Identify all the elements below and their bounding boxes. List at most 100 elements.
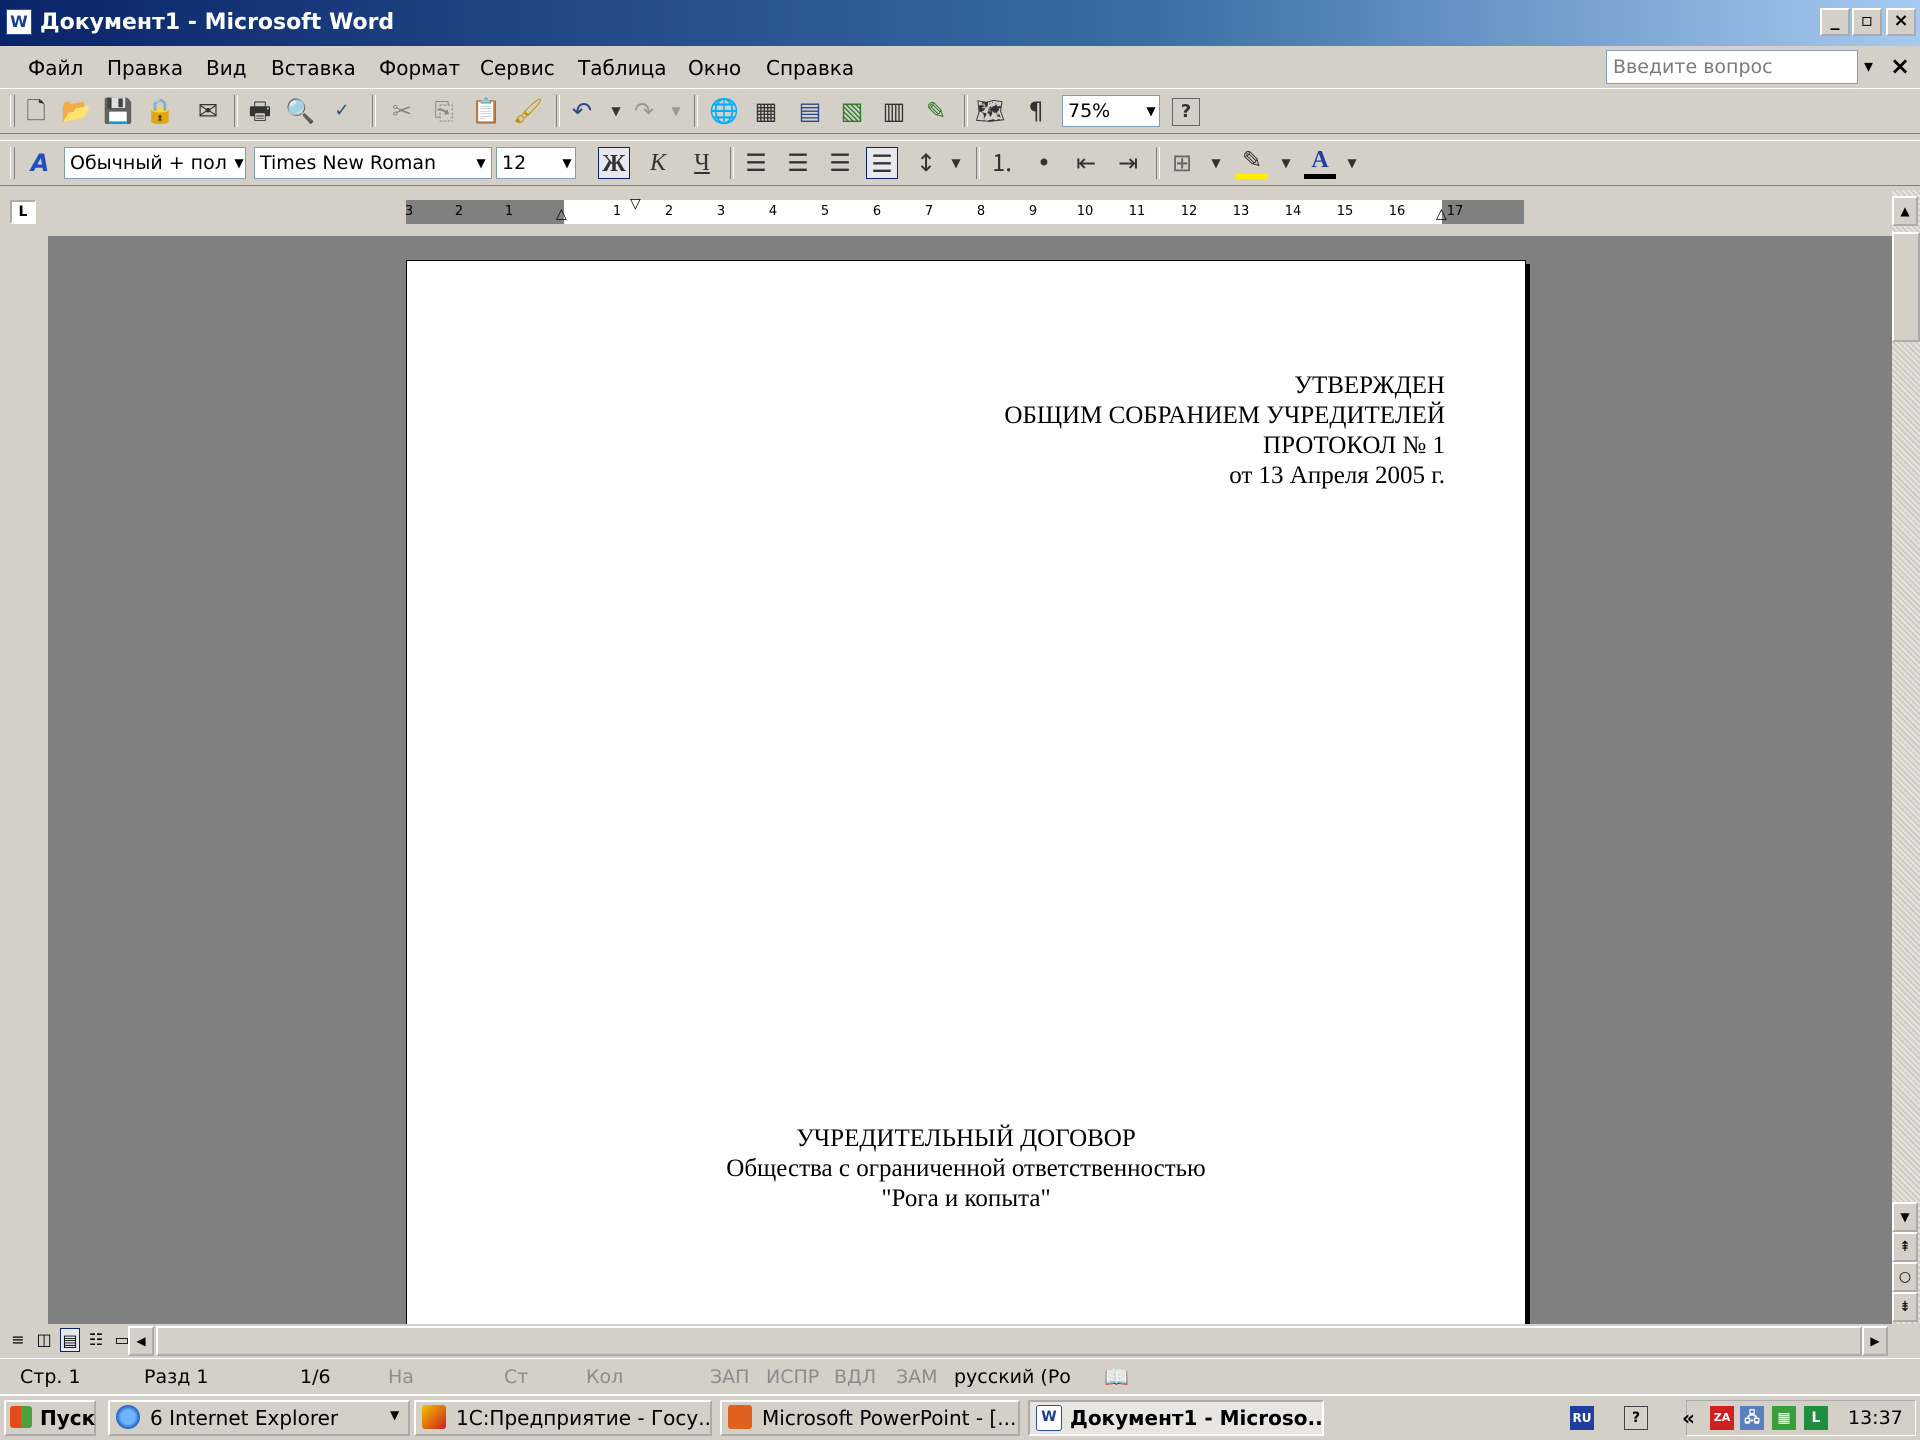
scroll-up-arrow-icon[interactable]: ▲ bbox=[1892, 196, 1918, 226]
outline-view-icon[interactable]: ☷ bbox=[86, 1328, 106, 1352]
horizontal-ruler[interactable]: 3 2 1 1 2 3 4 5 6 7 8 9 10 11 12 13 14 1… bbox=[405, 196, 1524, 224]
help-dropdown-arrow-icon[interactable]: ▾ bbox=[1864, 56, 1873, 77]
redo-dropdown-icon[interactable]: ▼ bbox=[660, 95, 692, 127]
restore-button[interactable]: ▫ bbox=[1852, 8, 1882, 36]
antivirus-icon[interactable]: ▦ bbox=[1772, 1406, 1796, 1430]
taskbar-item-powerpoint[interactable]: Microsoft PowerPoint - [... bbox=[720, 1400, 1020, 1436]
hyperlink-icon[interactable]: 🌐 bbox=[708, 95, 740, 127]
vertical-scroll-thumb[interactable] bbox=[1892, 232, 1920, 342]
bullets-icon[interactable]: • bbox=[1028, 147, 1060, 179]
tables-borders-icon[interactable]: ▦ bbox=[750, 95, 782, 127]
menu-table[interactable]: Таблица bbox=[578, 56, 666, 80]
font-size-dropdown-icon[interactable]: ▼ bbox=[556, 148, 578, 178]
show-hidden-icons[interactable]: « bbox=[1682, 1406, 1695, 1430]
help-question-input[interactable]: Введите вопрос bbox=[1606, 50, 1858, 84]
style-select[interactable]: Обычный + пол bbox=[64, 147, 246, 179]
spelling-status-icon[interactable]: 📖 bbox=[1104, 1364, 1129, 1390]
status-record-macro[interactable]: ЗАП bbox=[710, 1364, 749, 1390]
highlight-icon[interactable]: ✎ bbox=[1236, 147, 1268, 179]
status-overtype[interactable]: ЗАМ bbox=[896, 1364, 938, 1390]
border-dropdown-icon[interactable]: ▼ bbox=[1200, 147, 1232, 179]
menu-window[interactable]: Окно bbox=[688, 56, 741, 80]
help-tray-icon[interactable]: ? bbox=[1624, 1406, 1648, 1430]
help-icon[interactable]: ? bbox=[1172, 98, 1200, 126]
scroll-down-arrow-icon[interactable]: ▼ bbox=[1892, 1202, 1918, 1232]
menu-help[interactable]: Справка bbox=[766, 56, 854, 80]
print-preview-icon[interactable]: 🔍 bbox=[284, 95, 316, 127]
web-layout-icon[interactable]: ◫ bbox=[34, 1328, 54, 1352]
document-map-icon[interactable]: 🗺 bbox=[974, 95, 1006, 127]
font-select[interactable]: Times New Roman bbox=[254, 147, 492, 179]
numbering-icon[interactable]: ⒈ bbox=[986, 147, 1018, 179]
tray-app-icon[interactable]: L bbox=[1804, 1406, 1828, 1430]
first-line-indent-marker-icon[interactable]: ▽ bbox=[630, 196, 641, 212]
style-dropdown-icon[interactable]: ▼ bbox=[228, 148, 250, 178]
print-icon[interactable]: 🖶 bbox=[244, 95, 276, 127]
clock[interactable]: 13:37 bbox=[1848, 1406, 1903, 1430]
menu-format[interactable]: Формат bbox=[379, 56, 460, 80]
drawing-icon[interactable]: ✎ bbox=[920, 95, 952, 127]
undo-icon[interactable]: ↶ bbox=[566, 95, 598, 127]
insert-excel-icon[interactable]: ▧ bbox=[836, 95, 868, 127]
justify-icon[interactable]: ☰ bbox=[866, 147, 898, 179]
horizontal-scroll-thumb[interactable] bbox=[156, 1326, 1862, 1356]
columns-icon[interactable]: ▥ bbox=[878, 95, 910, 127]
redo-icon[interactable]: ↷ bbox=[628, 95, 660, 127]
increase-indent-icon[interactable]: ⇥ bbox=[1112, 147, 1144, 179]
status-track-changes[interactable]: ИСПР bbox=[766, 1364, 819, 1390]
save-icon[interactable]: 💾 bbox=[102, 95, 134, 127]
border-icon[interactable]: ⊞ bbox=[1166, 147, 1198, 179]
scroll-left-arrow-icon[interactable]: ◀ bbox=[128, 1326, 154, 1356]
bold-button[interactable]: Ж bbox=[598, 147, 630, 179]
tab-selector[interactable]: L bbox=[10, 200, 36, 224]
taskbar-item-word[interactable]: Документ1 - Microso... bbox=[1028, 1400, 1324, 1436]
copy-icon[interactable]: ⎘ bbox=[428, 95, 460, 127]
line-spacing-dropdown-icon[interactable]: ▼ bbox=[940, 147, 972, 179]
italic-button[interactable]: К bbox=[642, 147, 674, 179]
underline-button[interactable]: Ч bbox=[686, 147, 718, 179]
font-dropdown-icon[interactable]: ▼ bbox=[470, 148, 492, 178]
print-layout-icon[interactable]: ▤ bbox=[60, 1328, 80, 1352]
taskbar-item-1c[interactable]: 1С:Предприятие - Госу... bbox=[414, 1400, 712, 1436]
decrease-indent-icon[interactable]: ⇤ bbox=[1070, 147, 1102, 179]
taskbar-item-internet-explorer[interactable]: 6 Internet Explorer bbox=[108, 1400, 410, 1436]
toolbar-grip[interactable] bbox=[10, 147, 15, 179]
language-indicator[interactable]: RU bbox=[1570, 1406, 1594, 1430]
document-page[interactable]: УТВЕРЖДЕН ОБЩИМ СОБРАНИЕМ УЧРЕДИТЕЛЕЙ ПР… bbox=[406, 260, 1526, 1324]
menu-insert[interactable]: Вставка bbox=[271, 56, 356, 80]
spelling-icon[interactable]: ✓ bbox=[326, 95, 358, 127]
email-icon[interactable]: ✉ bbox=[192, 95, 224, 127]
document-workspace[interactable]: УТВЕРЖДЕН ОБЩИМ СОБРАНИЕМ УЧРЕДИТЕЛЕЙ ПР… bbox=[48, 236, 1892, 1324]
line-spacing-icon[interactable]: ↕ bbox=[910, 147, 942, 179]
close-document-button[interactable]: × bbox=[1890, 52, 1910, 80]
cut-icon[interactable]: ✂ bbox=[386, 95, 418, 127]
permission-icon[interactable]: 🔒 bbox=[144, 95, 176, 127]
close-button[interactable]: × bbox=[1886, 8, 1916, 36]
paste-icon[interactable]: 📋 bbox=[470, 95, 502, 127]
font-color-dropdown-icon[interactable]: ▼ bbox=[1336, 147, 1368, 179]
group-dropdown-icon[interactable]: ▼ bbox=[390, 1408, 399, 1422]
normal-view-icon[interactable]: ≡ bbox=[8, 1328, 28, 1352]
word-app-icon[interactable]: W bbox=[6, 9, 32, 35]
align-right-icon[interactable]: ☰ bbox=[824, 147, 856, 179]
zonealarm-icon[interactable]: ZA bbox=[1710, 1406, 1734, 1430]
align-left-icon[interactable]: ☰ bbox=[740, 147, 772, 179]
minimize-button[interactable]: _ bbox=[1820, 8, 1850, 36]
network-icon[interactable]: 🖧 bbox=[1740, 1406, 1764, 1430]
toolbar-grip[interactable] bbox=[10, 95, 15, 127]
select-browse-object-icon[interactable]: ○ bbox=[1892, 1262, 1918, 1292]
scroll-right-arrow-icon[interactable]: ▶ bbox=[1862, 1326, 1888, 1356]
new-document-icon[interactable]: 🗋 bbox=[20, 95, 52, 127]
left-indent-marker-icon[interactable]: △ bbox=[556, 206, 567, 222]
font-color-icon[interactable]: A bbox=[1304, 147, 1336, 179]
previous-page-icon[interactable]: ⇞ bbox=[1892, 1232, 1918, 1262]
show-formatting-icon[interactable]: ¶ bbox=[1020, 95, 1052, 127]
menu-file[interactable]: Файл bbox=[28, 56, 83, 80]
zoom-dropdown-icon[interactable]: ▼ bbox=[1140, 96, 1162, 126]
open-folder-icon[interactable]: 📂 bbox=[60, 95, 92, 127]
status-extend[interactable]: ВДЛ bbox=[834, 1364, 876, 1390]
next-page-icon[interactable]: ⇟ bbox=[1892, 1292, 1918, 1322]
menu-edit[interactable]: Правка bbox=[107, 56, 183, 80]
menu-tools[interactable]: Сервис bbox=[480, 56, 555, 80]
insert-table-icon[interactable]: ▤ bbox=[794, 95, 826, 127]
